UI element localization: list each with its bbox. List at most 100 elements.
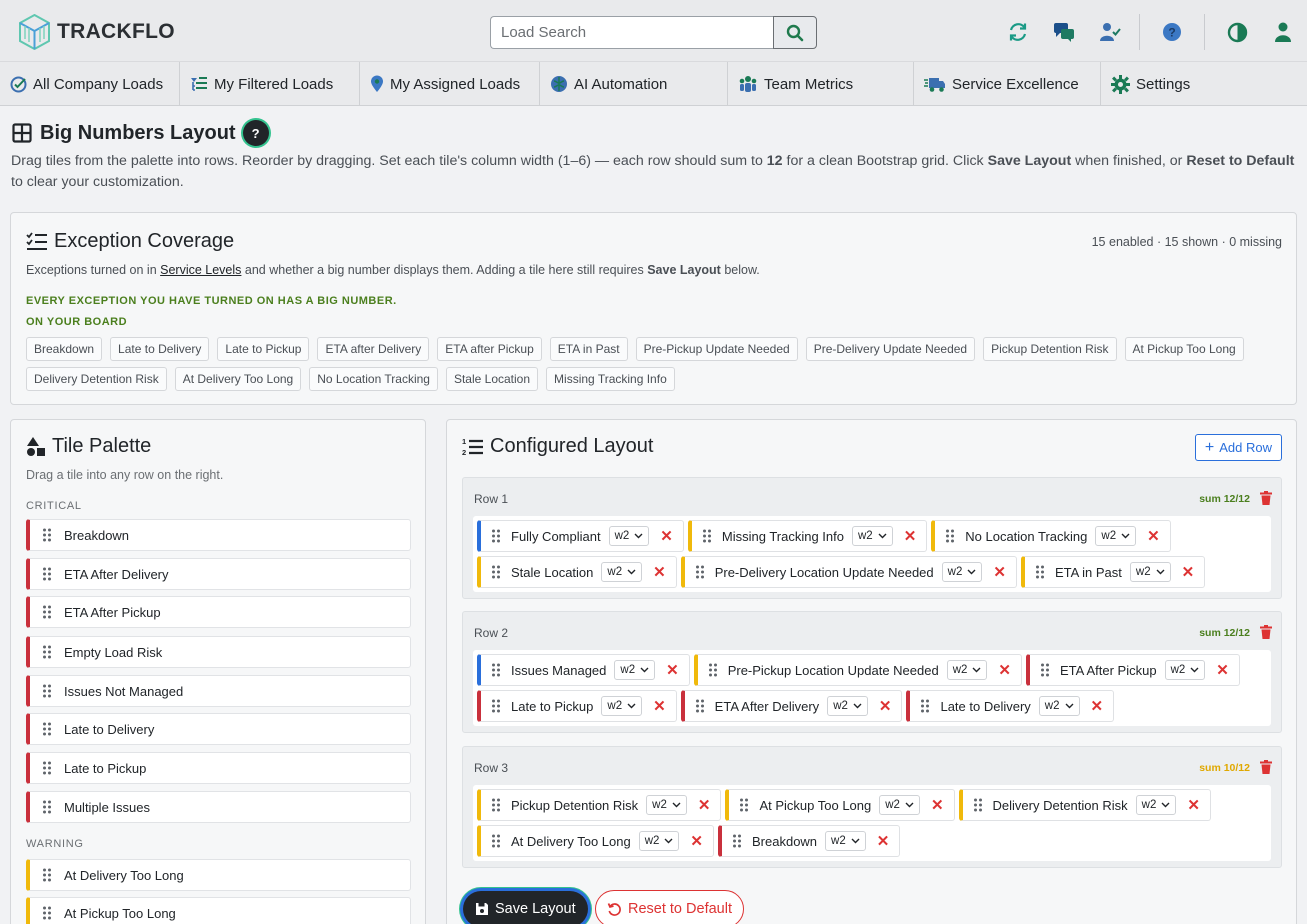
row-dropzone[interactable]: Fully Compliant w2 ✕ Missing Tracking Info w…: [473, 516, 1271, 592]
width-select[interactable]: w2: [1038, 696, 1080, 716]
drag-handle-icon[interactable]: [42, 761, 52, 775]
user-menu-button[interactable]: [1268, 17, 1298, 47]
width-select[interactable]: w2: [851, 526, 893, 546]
width-select[interactable]: w2: [638, 831, 680, 851]
layout-tile[interactable]: Pickup Detention Risk w2 ✕: [477, 789, 722, 821]
search-button[interactable]: [773, 16, 817, 49]
drag-handle-icon[interactable]: [42, 567, 52, 581]
width-select[interactable]: w2: [608, 526, 650, 546]
row-dropzone[interactable]: Issues Managed w2 ✕ Pre-Pickup Location Upd…: [473, 650, 1271, 726]
palette-tile[interactable]: ETA After Pickup: [26, 596, 411, 628]
width-select[interactable]: w2: [646, 795, 687, 815]
drag-handle-icon[interactable]: [732, 834, 742, 848]
drag-handle-icon[interactable]: [42, 528, 52, 542]
palette-tile[interactable]: Empty Load Risk: [26, 636, 411, 668]
drag-handle-icon[interactable]: [1040, 663, 1050, 677]
reset-to-default-button[interactable]: Reset to Default: [595, 890, 744, 924]
palette-tile[interactable]: Multiple Issues: [26, 791, 411, 823]
drag-handle-icon[interactable]: [739, 798, 749, 812]
width-select[interactable]: w2: [614, 660, 656, 680]
nav-settings[interactable]: Settings: [1101, 62, 1307, 106]
layout-row[interactable]: Row 2 sum 12/12 Issues Managed w2 ✕ Pre-Picku…: [462, 611, 1282, 733]
drag-handle-icon[interactable]: [920, 699, 930, 713]
nav-service-excellence[interactable]: Service Excellence: [914, 62, 1101, 106]
help-button[interactable]: ?: [1157, 17, 1187, 47]
drag-handle-icon[interactable]: [491, 699, 501, 713]
layout-tile[interactable]: ETA in Past w2 ✕: [1020, 556, 1206, 588]
palette-tile[interactable]: Late to Pickup: [26, 752, 411, 784]
drag-handle-icon[interactable]: [42, 906, 52, 920]
contrast-toggle[interactable]: [1222, 17, 1252, 47]
width-select[interactable]: w2: [946, 660, 988, 680]
remove-tile-icon[interactable]: ✕: [931, 796, 944, 814]
layout-tile[interactable]: Stale Location w2 ✕: [477, 556, 677, 588]
drag-handle-icon[interactable]: [491, 798, 501, 812]
width-select[interactable]: w2: [941, 562, 983, 582]
remove-tile-icon[interactable]: ✕: [1216, 661, 1229, 679]
width-select[interactable]: w2: [1095, 526, 1137, 546]
width-select[interactable]: w2: [1135, 795, 1177, 815]
drag-handle-icon[interactable]: [42, 868, 52, 882]
palette-tile[interactable]: At Delivery Too Long: [26, 859, 411, 891]
remove-tile-icon[interactable]: ✕: [690, 832, 703, 850]
layout-tile[interactable]: Late to Pickup w2 ✕: [477, 690, 677, 722]
drag-handle-icon[interactable]: [42, 645, 52, 659]
width-select[interactable]: w2: [601, 562, 643, 582]
width-select[interactable]: w2: [1164, 660, 1206, 680]
remove-tile-icon[interactable]: ✕: [1091, 697, 1104, 715]
layout-tile[interactable]: At Delivery Too Long w2 ✕: [477, 825, 714, 857]
row-dropzone[interactable]: Pickup Detention Risk w2 ✕ At Pickup Too Lo…: [473, 785, 1271, 861]
drag-handle-icon[interactable]: [42, 684, 52, 698]
layout-tile[interactable]: Breakdown w2 ✕: [718, 825, 901, 857]
remove-tile-icon[interactable]: ✕: [660, 527, 673, 545]
width-select[interactable]: w2: [827, 696, 868, 716]
delete-row-icon[interactable]: [1260, 760, 1272, 774]
remove-tile-icon[interactable]: ✕: [653, 563, 666, 581]
palette-tile[interactable]: Breakdown: [26, 519, 411, 551]
palette-tile[interactable]: ETA After Delivery: [26, 558, 411, 590]
remove-tile-icon[interactable]: ✕: [877, 832, 890, 850]
refresh-button[interactable]: [1003, 17, 1033, 47]
layout-tile[interactable]: Pre-Delivery Location Update Needed w2 ✕: [680, 556, 1017, 588]
remove-tile-icon[interactable]: ✕: [998, 661, 1011, 679]
remove-tile-icon[interactable]: ✕: [993, 563, 1006, 581]
remove-tile-icon[interactable]: ✕: [1182, 563, 1195, 581]
user-check-button[interactable]: [1095, 17, 1125, 47]
drag-handle-icon[interactable]: [491, 529, 501, 543]
drag-handle-icon[interactable]: [491, 565, 501, 579]
logo[interactable]: TRACKFLO: [18, 14, 175, 50]
layout-tile[interactable]: Issues Managed w2 ✕: [477, 654, 690, 686]
drag-handle-icon[interactable]: [1035, 565, 1045, 579]
layout-tile[interactable]: Missing Tracking Info w2 ✕: [687, 520, 928, 552]
width-select[interactable]: w2: [879, 795, 920, 815]
layout-tile[interactable]: ETA After Pickup w2 ✕: [1026, 654, 1240, 686]
width-select[interactable]: w2: [1129, 562, 1171, 582]
remove-tile-icon[interactable]: ✕: [698, 796, 711, 814]
layout-tile[interactable]: At Pickup Too Long w2 ✕: [725, 789, 955, 821]
add-row-button[interactable]: + Add Row: [1194, 434, 1282, 461]
layout-tile[interactable]: ETA After Delivery w2 ✕: [680, 690, 903, 722]
search-input[interactable]: [490, 16, 773, 49]
palette-tile[interactable]: At Pickup Too Long: [26, 897, 411, 924]
layout-row[interactable]: Row 1 sum 12/12 Fully Compliant w2 ✕ Missing …: [462, 477, 1282, 599]
layout-row[interactable]: Row 3 sum 10/12 Pickup Detention Risk w2 ✕ At…: [462, 746, 1282, 868]
remove-tile-icon[interactable]: ✕: [666, 661, 679, 679]
drag-handle-icon[interactable]: [491, 834, 501, 848]
remove-tile-icon[interactable]: ✕: [904, 527, 917, 545]
nav-my-filtered-loads[interactable]: My Filtered Loads: [180, 62, 360, 106]
drag-handle-icon[interactable]: [708, 663, 718, 677]
remove-tile-icon[interactable]: ✕: [1187, 796, 1200, 814]
palette-tile[interactable]: Issues Not Managed: [26, 675, 411, 707]
delete-row-icon[interactable]: [1260, 625, 1272, 639]
nav-team-metrics[interactable]: Team Metrics: [728, 62, 914, 106]
drag-handle-icon[interactable]: [491, 663, 501, 677]
nav-all-company-loads[interactable]: All Company Loads: [0, 62, 180, 106]
drag-handle-icon[interactable]: [695, 699, 705, 713]
drag-handle-icon[interactable]: [42, 605, 52, 619]
remove-tile-icon[interactable]: ✕: [1147, 527, 1160, 545]
delete-row-icon[interactable]: [1260, 491, 1272, 505]
drag-handle-icon[interactable]: [702, 529, 712, 543]
remove-tile-icon[interactable]: ✕: [879, 697, 892, 715]
drag-handle-icon[interactable]: [945, 529, 955, 543]
layout-tile[interactable]: Late to Delivery w2 ✕: [906, 690, 1115, 722]
